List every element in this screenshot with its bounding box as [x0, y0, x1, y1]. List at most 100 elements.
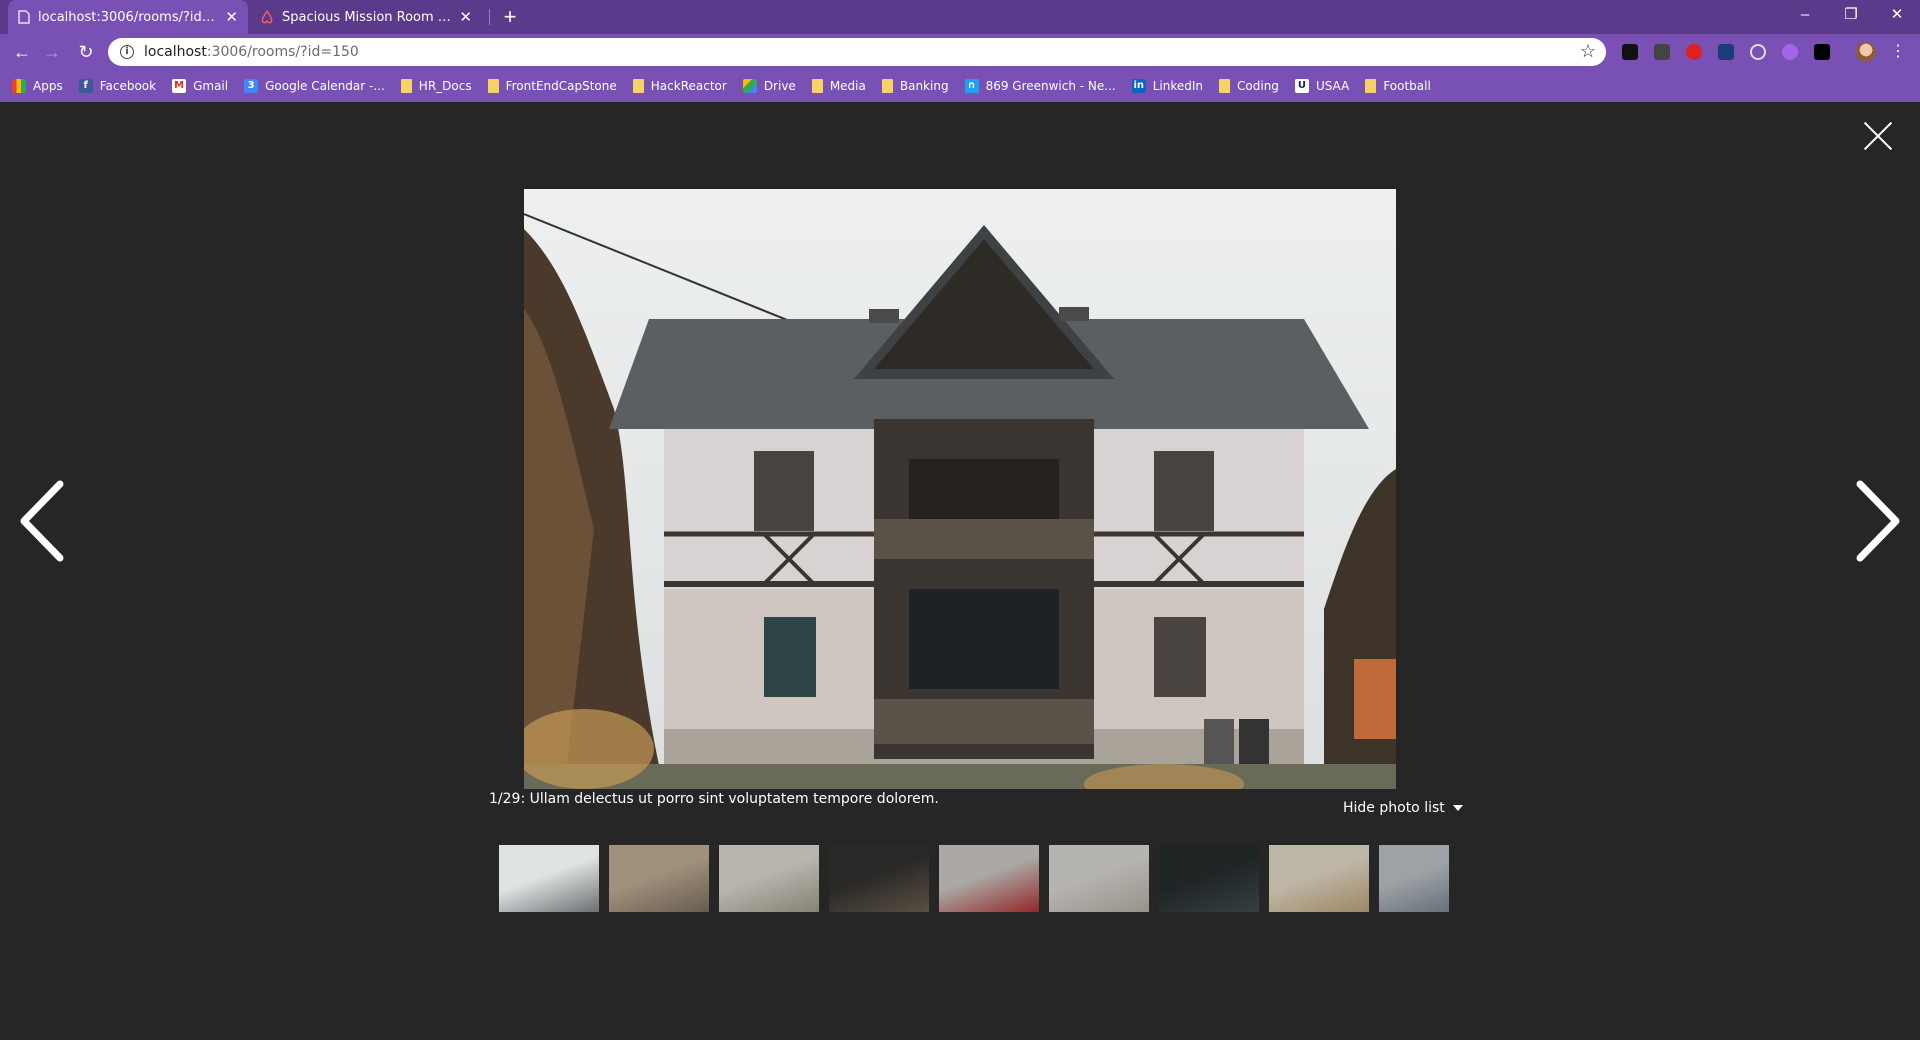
- bookmark-gmail[interactable]: M Gmail: [172, 79, 228, 93]
- bookmark-869-greenwich[interactable]: ∩ 869 Greenwich - Ne...: [964, 79, 1116, 93]
- bookmark-label: Banking: [899, 79, 949, 93]
- bookmark-media[interactable]: Media: [811, 79, 866, 93]
- bookmark-facebook[interactable]: f Facebook: [78, 79, 157, 93]
- bookmark-label: Coding: [1237, 79, 1279, 93]
- minimize-button[interactable]: –: [1782, 0, 1828, 30]
- caret-down-icon: [1452, 805, 1463, 811]
- calendar-icon: 3: [244, 79, 259, 93]
- reload-icon[interactable]: ↻: [72, 38, 100, 66]
- bookmark-label: Google Calendar -...: [265, 79, 385, 93]
- bookmark-label: Gmail: [193, 79, 229, 93]
- bookmark-star-icon[interactable]: ☆: [1580, 41, 1596, 62]
- browser-toolbar: ← → ↻ i localhost:3006/rooms/?id=150 ☆ ⋮: [0, 34, 1920, 70]
- thumbnail-9[interactable]: [1379, 845, 1449, 912]
- bookmark-label: HR_Docs: [418, 79, 472, 93]
- bookmark-apps[interactable]: Apps: [12, 79, 63, 93]
- url-host: localhost: [144, 44, 207, 60]
- back-arrow-icon[interactable]: ←: [8, 38, 36, 66]
- thumbnail-3[interactable]: [719, 845, 819, 912]
- hide-photo-list-label: Hide photo list: [1343, 800, 1445, 816]
- tab-airbnb[interactable]: Spacious Mission Room Near BART ✕: [250, 0, 482, 34]
- photo-gallery-modal: 1/29: Ullam delectus ut porro sint volup…: [0, 102, 1920, 1040]
- extension-f-icon[interactable]: [1622, 44, 1638, 60]
- thumbnail-5[interactable]: [939, 845, 1039, 912]
- tab-close-icon[interactable]: ✕: [225, 8, 238, 26]
- chevron-left-icon: [20, 480, 64, 562]
- bookmark-label: Facebook: [99, 79, 157, 93]
- bookmark-usaa[interactable]: U USAA: [1294, 79, 1350, 93]
- thumbnail-strip: [499, 845, 1449, 913]
- folder-icon: [1219, 79, 1231, 93]
- folder-icon: [1365, 79, 1377, 93]
- url-text[interactable]: localhost:3006/rooms/?id=150: [144, 44, 359, 60]
- bookmark-football[interactable]: Football: [1365, 79, 1431, 93]
- new-tab-button[interactable]: +: [497, 3, 523, 31]
- extension-react-icon[interactable]: [1718, 44, 1734, 60]
- folder-icon: [632, 79, 644, 93]
- tab-close-icon[interactable]: ✕: [459, 8, 472, 26]
- bookmark-label: FrontEndCapStone: [505, 79, 617, 93]
- bookmark-label: Football: [1383, 79, 1431, 93]
- page-icon: [18, 10, 30, 24]
- bookmark-label: HackReactor: [650, 79, 727, 93]
- extension-circle-icon[interactable]: [1750, 44, 1766, 60]
- thumbnail-7[interactable]: [1159, 845, 1259, 912]
- bookmark-hackreactor[interactable]: HackReactor: [632, 79, 727, 93]
- linkedin-icon: in: [1131, 79, 1146, 93]
- folder-icon: [881, 79, 893, 93]
- close-gallery-button[interactable]: [1862, 120, 1894, 152]
- avatar[interactable]: [1856, 42, 1876, 62]
- tab-localhost[interactable]: localhost:3006/rooms/?id=150 ✕: [8, 0, 248, 34]
- restore-button[interactable]: ❐: [1828, 0, 1874, 30]
- thumbnail-8[interactable]: [1269, 845, 1369, 912]
- bookmark-label: USAA: [1315, 79, 1350, 93]
- thumbnail-2[interactable]: [609, 845, 709, 912]
- extension-purple-icon[interactable]: [1782, 44, 1798, 60]
- gmail-icon: M: [172, 79, 187, 93]
- bookmark-drive[interactable]: Drive: [742, 79, 796, 93]
- facebook-icon: f: [78, 79, 93, 93]
- bookmark-banking[interactable]: Banking: [881, 79, 949, 93]
- bookmark-hr-docs[interactable]: HR_Docs: [400, 79, 472, 93]
- site-icon: ∩: [964, 79, 979, 93]
- bookmark-label: Drive: [763, 79, 796, 93]
- thumbnail-1[interactable]: [499, 845, 599, 912]
- extension-x-icon[interactable]: [1814, 44, 1830, 60]
- bookmark-frontendcapstone[interactable]: FrontEndCapStone: [487, 79, 617, 93]
- thumbnail-6[interactable]: [1049, 845, 1149, 912]
- menu-dots-icon[interactable]: ⋮: [1890, 40, 1906, 64]
- tab-strip: localhost:3006/rooms/?id=150 ✕ Spacious …: [0, 0, 1920, 34]
- thumbnail-4[interactable]: [829, 845, 929, 912]
- folder-icon: [811, 79, 823, 93]
- bookmark-label: 869 Greenwich - Ne...: [985, 79, 1116, 93]
- bookmarks-bar: Apps f Facebook M Gmail 3 Google Calendar -…: [0, 70, 1920, 102]
- url-path: :3006/rooms/?id=150: [206, 44, 359, 60]
- photo-caption: 1/29: Ullam delectus ut porro sint volup…: [489, 791, 939, 807]
- house-photo: [524, 189, 1396, 789]
- next-photo-button[interactable]: [1852, 480, 1902, 562]
- chevron-right-icon: [1856, 480, 1900, 562]
- info-icon[interactable]: i: [120, 45, 134, 59]
- drive-icon: [742, 79, 757, 93]
- bookmark-linkedin[interactable]: in LinkedIn: [1131, 79, 1204, 93]
- bookmark-coding[interactable]: Coding: [1219, 79, 1279, 93]
- tab-separator: [489, 9, 490, 25]
- usaa-icon: U: [1294, 79, 1309, 93]
- apps-grid-icon: [12, 79, 26, 93]
- bookmark-google-calendar[interactable]: 3 Google Calendar -...: [244, 79, 385, 93]
- airbnb-icon: [261, 10, 273, 24]
- previous-photo-button[interactable]: [18, 480, 68, 562]
- bookmark-label: LinkedIn: [1152, 79, 1204, 93]
- forward-arrow-icon[interactable]: →: [38, 38, 66, 66]
- folder-icon: [400, 79, 412, 93]
- close-window-button[interactable]: ✕: [1874, 0, 1920, 30]
- main-photo: [524, 189, 1396, 789]
- tab-title: localhost:3006/rooms/?id=150: [38, 9, 220, 25]
- address-bar[interactable]: i localhost:3006/rooms/?id=150 ☆: [108, 38, 1606, 66]
- hide-photo-list-button[interactable]: Hide photo list: [1343, 800, 1463, 816]
- extension-red-icon[interactable]: [1686, 44, 1702, 60]
- bookmark-label: Apps: [33, 79, 63, 93]
- extension-dots-icon[interactable]: [1654, 44, 1670, 60]
- tab-title: Spacious Mission Room Near BART: [282, 9, 453, 25]
- bookmark-label: Media: [829, 79, 866, 93]
